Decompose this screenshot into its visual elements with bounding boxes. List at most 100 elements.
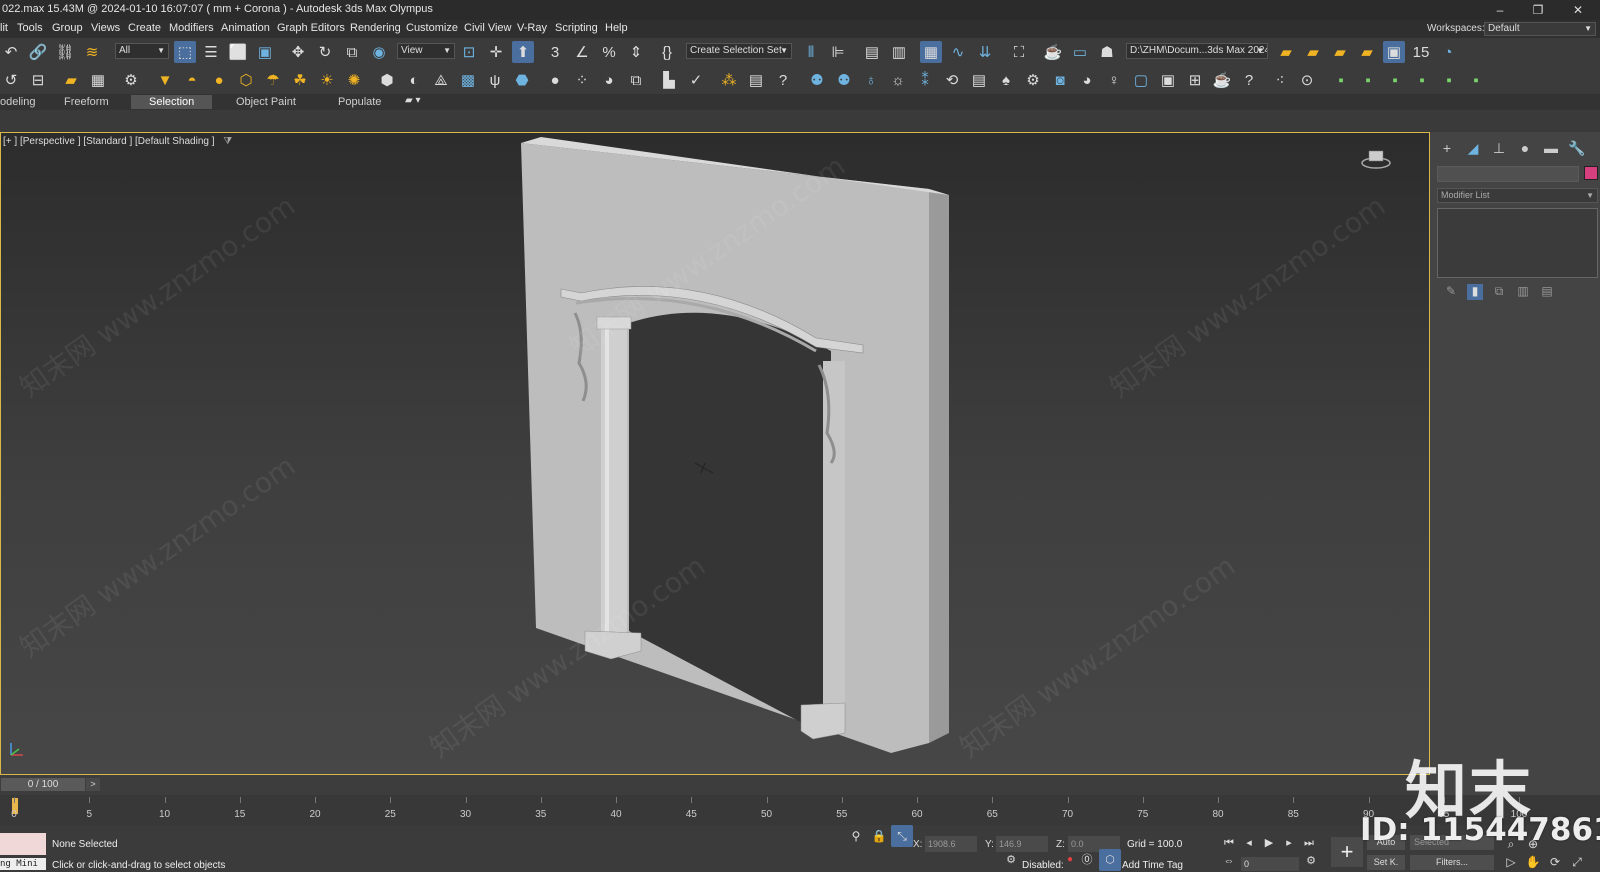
multi-material-icon[interactable]: ⁘ [571,69,593,91]
align-icon[interactable]: ⊫ [827,41,849,63]
snap-center-icon[interactable]: ▪ [1465,69,1487,91]
corona-material-icon[interactable]: ⚙ [1022,69,1044,91]
vray-proxy-icon[interactable]: ⬢ [376,69,398,91]
corona-scatter-icon[interactable]: ⁑ [914,69,936,91]
container-icon[interactable]: ⊟ [27,69,49,91]
vray-mesh-icon[interactable]: ⬣ [511,69,533,91]
tab-freeform[interactable]: Freeform [46,95,127,109]
utilities-tab-icon[interactable]: 🔧 [1567,140,1587,158]
corona-palette-icon[interactable]: ◕ [1076,69,1098,91]
set-key-plus-button[interactable]: + [1331,837,1363,867]
snap-grid-icon[interactable]: ▪ [1438,69,1460,91]
schematic-view-icon[interactable]: ⇊ [974,41,996,63]
modifier-list-dropdown[interactable]: Modifier List ▼ [1437,188,1598,203]
play-icon[interactable]: ▶ [1261,835,1277,851]
previous-frame-icon[interactable]: ◂ [1241,835,1257,851]
menu-group[interactable]: Group [52,22,83,34]
viewport-layout-icon[interactable]: ▣ [1383,41,1405,63]
percent-snap-icon[interactable]: % [598,41,620,63]
undo-icon[interactable]: ↶ [0,41,22,63]
material-editor-icon[interactable]: ⛶ [1008,41,1030,63]
vantage-icon[interactable]: ✓ [685,69,707,91]
modifier-stack[interactable] [1437,208,1598,278]
snap-pivot-icon[interactable]: ▪ [1411,69,1433,91]
spotlight-icon[interactable]: ▼ [154,69,176,91]
reference-coord-dropdown[interactable]: View ▼ [397,43,455,59]
box-object-icon[interactable]: ▰ [60,69,82,91]
pivot-center-icon[interactable]: ⊡ [458,41,480,63]
sunburst-icon[interactable]: ✺ [343,69,365,91]
orbit-icon[interactable]: ↺ [0,69,22,91]
menu-customize[interactable]: Customize [406,22,458,34]
object-name-field[interactable] [1437,166,1579,182]
remove-modifier-icon[interactable]: ▥ [1515,284,1531,300]
go-to-end-icon[interactable]: ⏭ [1301,835,1317,851]
group-object-icon[interactable]: ▦ [87,69,109,91]
corona-light-icon[interactable]: ♁ [860,69,882,91]
rectangular-selection-icon[interactable]: ⬜ [227,41,249,63]
selection-lock-icon[interactable]: 🔒 [868,825,890,847]
save-icon[interactable]: ▰ [1329,41,1351,63]
list-icon[interactable]: ▤ [745,69,767,91]
viewport-label-text[interactable]: [+ ] [Perspective ] [Standard ] [Default… [3,136,215,147]
open-explorer-icon[interactable]: ▰ [1275,41,1297,63]
current-frame-field[interactable]: 0 [1241,857,1299,871]
menu-vray[interactable]: V-Ray [517,22,547,34]
time-configuration-icon[interactable]: ⚙ [1303,853,1319,869]
perspective-viewport[interactable]: 知末网 www.znzmo.com 知末网 www.znzmo.com 知末网 … [0,132,1430,775]
material-palette-icon[interactable]: ◕ [598,69,620,91]
configure-modifier-sets-icon[interactable]: ▤ [1539,284,1555,300]
select-object-icon[interactable]: ⬚ [174,41,196,63]
snap-midpoint-icon[interactable]: ⊙ [1296,69,1318,91]
render-production-icon[interactable]: ☗ [1096,41,1118,63]
go-to-start-icon[interactable]: ⏮ [1221,835,1237,851]
vray-mtl-icon[interactable]: ● [544,69,566,91]
menu-help[interactable]: Help [605,22,628,34]
maxscript-mini-label[interactable]: ng Mini [0,858,46,870]
menu-rendering[interactable]: Rendering [350,22,401,34]
maximize-viewport-icon[interactable]: ⤢ [1566,851,1588,872]
x-coord-field[interactable]: 1908.6 [925,836,977,852]
edit-named-selection-icon[interactable]: {} [656,41,678,63]
rendered-frame-icon[interactable]: ▭ [1069,41,1091,63]
snap-endpoint-icon[interactable]: ▪ [1330,69,1352,91]
menu-tools[interactable]: Tools [17,22,43,34]
move-icon[interactable]: ✥ [287,41,309,63]
motion-tab-icon[interactable]: ● [1515,140,1535,158]
menu-create[interactable]: Create [128,22,161,34]
field-of-view-icon[interactable]: ▷ [1500,851,1522,872]
object-color-swatch[interactable] [1584,166,1598,180]
snaps-toggle-icon[interactable]: 3 [544,41,566,63]
tab-selection[interactable]: Selection [131,95,213,109]
hemisphere-icon[interactable]: ◓ [181,69,203,91]
vray-plane-icon[interactable]: ⟁ [430,69,452,91]
frame-buffer-icon[interactable]: ▙ [658,69,680,91]
toggle-ribbon-icon[interactable]: ▦ [920,41,942,63]
key-filters-button[interactable]: Filters... [1410,855,1494,870]
spinner-snap-icon[interactable]: ⇕ [625,41,647,63]
placement-icon[interactable]: ◉ [368,41,390,63]
time-tag-icon[interactable]: ⬡ [1099,849,1121,871]
layer-explorer-icon[interactable]: ▥ [888,41,910,63]
make-unique-icon[interactable]: ⧉ [1491,284,1507,300]
corona-slicer-icon[interactable]: ▤ [968,69,990,91]
restore-button[interactable]: ❐ [1528,2,1548,18]
corona-proxy-icon[interactable]: ⚉ [833,69,855,91]
viewcube-icon[interactable] [1361,147,1391,169]
corona-interactive-icon[interactable]: ▣ [1157,69,1179,91]
snap-face-icon[interactable]: ▪ [1384,69,1406,91]
tab-object-paint[interactable]: Object Paint [218,95,314,109]
corona-volume-icon[interactable]: ♠ [995,69,1017,91]
menu-animation[interactable]: Animation [221,22,270,34]
corona-camera-icon[interactable]: ⚉ [806,69,828,91]
close-button[interactable]: ✕ [1568,2,1588,18]
absolute-mode-icon[interactable]: ⤡ [891,825,913,847]
corona-decal-icon[interactable]: ⟲ [941,69,963,91]
ribbon-options-icon[interactable]: ▰ ▾ [405,95,421,106]
key-mode-icon[interactable]: ⇔ [1221,853,1237,869]
menu-modifiers[interactable]: Modifiers [169,22,214,34]
selection-filter-dropdown[interactable]: All ▼ [115,43,169,59]
scene-explorer-icon[interactable]: ▤ [861,41,883,63]
camera-object-icon[interactable]: ⚙ [120,69,142,91]
adaptive-degradation-icon[interactable]: ⚙ [1000,849,1022,871]
